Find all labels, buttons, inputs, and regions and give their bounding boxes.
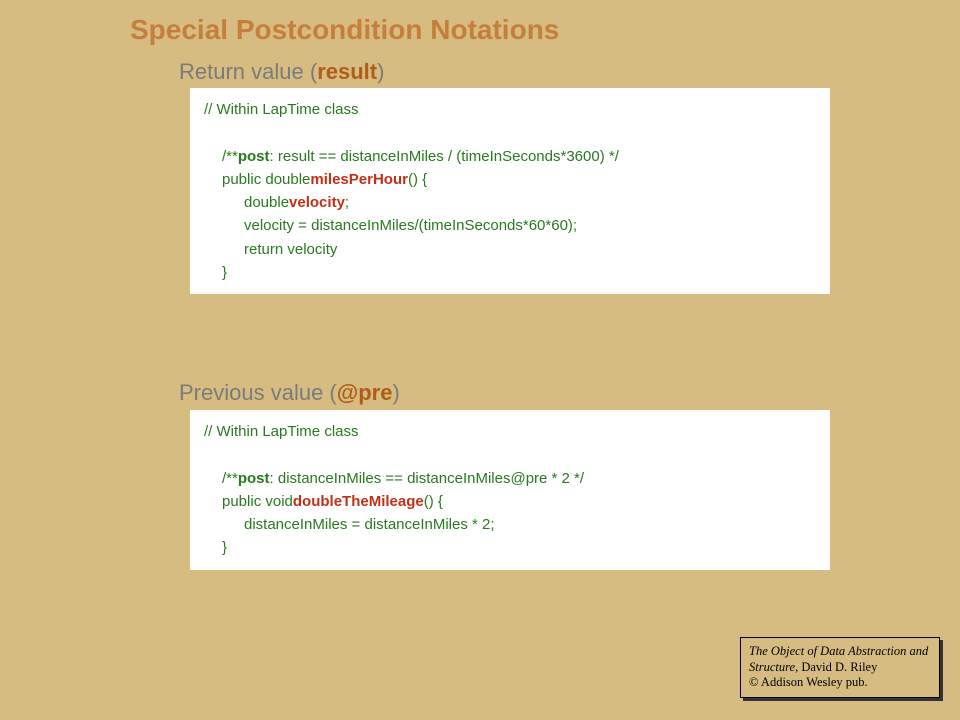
section2-heading-pre: Previous value (: [179, 380, 337, 405]
code-blank: [204, 443, 816, 466]
code-line: }: [204, 261, 816, 284]
code-line: return velocity: [204, 238, 816, 261]
code-line: double velocity;: [204, 191, 816, 214]
section2-heading: Previous value (@pre): [179, 380, 400, 406]
section1-heading-pre: Return value (: [179, 59, 317, 84]
section2-heading-em: @pre: [337, 380, 393, 405]
code-frag: : distanceInMiles == distanceInMiles@pre…: [270, 470, 585, 487]
code-keyword-post: post: [238, 470, 270, 487]
code-frag: velocity = distanceInMiles/(timeInSecond…: [204, 214, 577, 237]
code-frag: double: [204, 191, 289, 214]
code-line: // Within LapTime class: [204, 98, 816, 121]
code-frag: ;: [345, 194, 349, 211]
code-line: distanceInMiles = distanceInMiles * 2;: [204, 513, 816, 536]
code-blank: [204, 121, 816, 144]
slide-title: Special Postcondition Notations: [130, 14, 559, 46]
code-frag: public double: [204, 168, 310, 191]
section1-heading-post: ): [377, 59, 384, 84]
credit-publisher: © Addison Wesley pub.: [749, 675, 868, 689]
code-frag: }: [204, 536, 227, 559]
code-frag: /**: [204, 467, 238, 490]
var-name: velocity: [289, 194, 345, 211]
code-frag: () {: [424, 493, 443, 510]
code-keyword-post: post: [238, 148, 270, 165]
code-frag: () {: [408, 171, 427, 188]
code-line: // Within LapTime class: [204, 420, 816, 443]
code-line: public void doubleTheMileage() {: [204, 490, 816, 513]
code-frag: distanceInMiles = distanceInMiles * 2;: [204, 513, 495, 536]
credit-author: , David D. Riley: [795, 660, 877, 674]
method-name: doubleTheMileage: [293, 493, 424, 510]
method-name: milesPerHour: [310, 171, 408, 188]
section1-heading: Return value (result): [179, 59, 384, 85]
credit-box: The Object of Data Abstraction and Struc…: [740, 637, 940, 698]
code-frag: public void: [204, 490, 293, 513]
section1-heading-em: result: [317, 59, 377, 84]
code-line: public double milesPerHour() {: [204, 168, 816, 191]
code-box-2: // Within LapTime class /** post: distan…: [190, 410, 830, 570]
code-box-1: // Within LapTime class /** post: result…: [190, 88, 830, 294]
code-frag: return velocity: [204, 238, 337, 261]
code-line: /** post: distanceInMiles == distanceInM…: [204, 467, 816, 490]
code-frag: }: [204, 261, 227, 284]
code-line: }: [204, 536, 816, 559]
code-frag: : result == distanceInMiles / (timeInSec…: [270, 148, 619, 165]
code-line: velocity = distanceInMiles/(timeInSecond…: [204, 214, 816, 237]
code-line: /** post: result == distanceInMiles / (t…: [204, 145, 816, 168]
code-frag: /**: [204, 145, 238, 168]
section2-heading-post: ): [392, 380, 399, 405]
